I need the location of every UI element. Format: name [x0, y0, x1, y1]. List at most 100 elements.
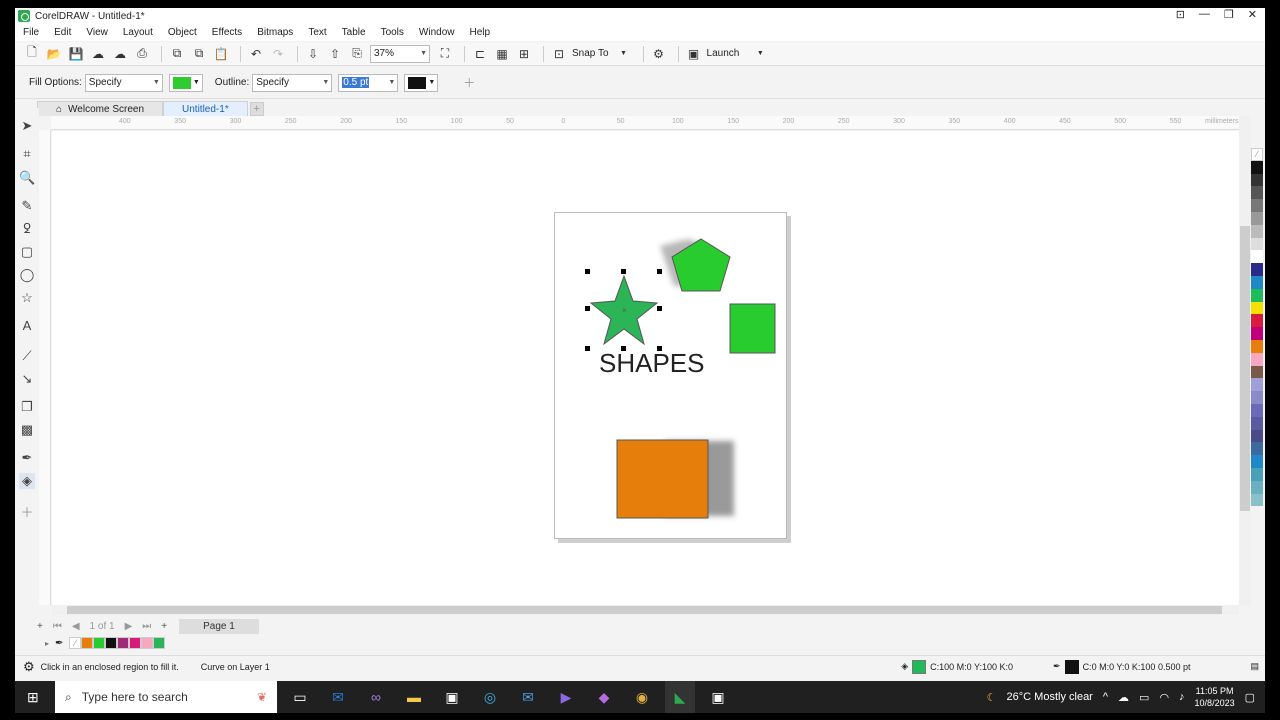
horizontal-scroll-thumb[interactable] — [67, 606, 1222, 614]
fill-color-picker[interactable]: ▼ — [168, 73, 203, 92]
palette-swatch[interactable] — [1251, 429, 1263, 443]
orange-square-shape[interactable] — [616, 439, 709, 519]
copy-icon[interactable]: ⧉ — [190, 45, 208, 63]
last-page-button[interactable]: ⏭ — [142, 621, 151, 632]
cut-icon[interactable]: ⧉ — [168, 45, 186, 63]
paste-icon[interactable]: 📋 — [212, 45, 230, 63]
expand-palette-icon[interactable]: ▸ — [45, 639, 49, 648]
outlook-icon[interactable]: ✉ — [323, 681, 353, 713]
palette-swatch[interactable] — [1251, 339, 1263, 353]
pick-tool-icon[interactable]: ➤ — [19, 118, 35, 134]
document-palette-swatch[interactable] — [129, 637, 142, 649]
next-page-button[interactable]: ▶ — [125, 621, 133, 632]
palette-swatch[interactable] — [1251, 480, 1263, 494]
fill-type-select[interactable]: Specify ▼ — [84, 73, 163, 92]
show-rulers-icon[interactable]: ⊏ — [471, 45, 489, 63]
terminal-icon[interactable]: ▣ — [703, 681, 733, 713]
show-guidelines-icon[interactable]: ⊞ — [515, 45, 533, 63]
windows-start-icon[interactable]: ⊞ — [27, 689, 39, 706]
gear-icon[interactable]: ⚙ — [650, 45, 668, 63]
palette-swatch[interactable] — [1251, 301, 1263, 315]
snap-to-icon[interactable]: ⊡ — [550, 45, 568, 63]
new-document-icon[interactable]: 🗋 — [23, 45, 41, 63]
palette-swatch[interactable] — [1251, 263, 1263, 276]
vertical-scroll-thumb[interactable] — [1240, 226, 1250, 511]
export-icon[interactable]: ⇧ — [326, 45, 344, 63]
coreldraw-taskbar-icon[interactable]: ◣ — [665, 681, 695, 713]
redo-icon[interactable]: ↷ — [269, 45, 287, 63]
add-page-button[interactable]: + — [37, 621, 43, 632]
notifications-icon[interactable]: ▢ — [1245, 691, 1255, 704]
save-icon[interactable]: 💾 — [67, 45, 85, 63]
menu-file[interactable]: File — [23, 27, 39, 38]
rectangle-tool-icon[interactable]: ▢ — [19, 244, 35, 260]
menu-tools[interactable]: Tools — [381, 27, 404, 38]
palette-swatch[interactable] — [1251, 493, 1263, 507]
wifi-icon[interactable]: ◠ — [1159, 691, 1169, 704]
vertical-ruler[interactable] — [39, 130, 51, 605]
polygon-tool-icon[interactable]: ☆ — [19, 290, 35, 306]
document-palette-swatch[interactable] — [141, 637, 154, 649]
freehand-tool-icon[interactable]: ✎ — [19, 198, 35, 214]
outline-color-picker[interactable]: ▼ — [404, 73, 439, 92]
tab-untitled-1[interactable]: Untitled-1* — [163, 101, 248, 116]
no-fill-swatch[interactable]: ⁄ — [1251, 148, 1263, 161]
snap-to-dropdown[interactable]: Snap To — [572, 48, 609, 59]
cloud-upload-icon[interactable]: ☁ — [89, 45, 107, 63]
palette-swatch[interactable] — [1251, 314, 1263, 328]
palette-swatch[interactable] — [1251, 288, 1263, 302]
palette-swatch[interactable] — [1251, 211, 1263, 225]
chrome-icon[interactable]: ◉ — [627, 681, 657, 713]
menu-bitmaps[interactable]: Bitmaps — [257, 27, 293, 38]
document-palette-swatch[interactable] — [81, 637, 94, 649]
task-view-icon[interactable]: ▭ — [285, 681, 315, 713]
profile-icon[interactable]: ⊡ — [1176, 8, 1185, 21]
cloud-download-icon[interactable]: ☁ — [111, 45, 129, 63]
palette-swatch[interactable] — [1251, 391, 1263, 404]
palette-swatch[interactable] — [1251, 275, 1263, 289]
document-palette-swatch[interactable] — [93, 637, 106, 649]
edge-icon[interactable]: ◎ — [475, 681, 505, 713]
palette-swatch[interactable] — [1251, 352, 1263, 366]
connector-tool-icon[interactable]: ↘ — [19, 371, 35, 387]
outline-color-indicator[interactable] — [1064, 659, 1079, 674]
text-tool-icon[interactable]: A — [19, 318, 35, 334]
file-explorer-icon[interactable]: ▬ — [399, 681, 429, 713]
full-screen-preview-icon[interactable]: ⛶ — [436, 45, 454, 63]
first-page-button[interactable]: ⏮ — [53, 621, 62, 632]
import-icon[interactable]: ⇩ — [304, 45, 322, 63]
horizontal-ruler[interactable]: 400 350 300 250 200 150 100 50 0 50 100 150 200 250 30… — [51, 116, 1251, 130]
green-square-shape[interactable] — [729, 303, 776, 354]
menu-edit[interactable]: Edit — [54, 27, 71, 38]
restore-button[interactable]: ❐ — [1224, 8, 1234, 21]
palette-swatch[interactable] — [1251, 237, 1263, 251]
close-button[interactable]: ✕ — [1248, 8, 1257, 21]
eyedropper-tool-icon[interactable]: ✒ — [19, 450, 35, 466]
palette-swatch[interactable] — [1251, 250, 1263, 264]
palette-swatch[interactable] — [1251, 403, 1263, 417]
palette-swatch[interactable] — [1251, 467, 1263, 481]
palette-swatch[interactable] — [1251, 378, 1263, 392]
ellipse-tool-icon[interactable]: ◯ — [19, 267, 35, 283]
parallel-dimension-tool-icon[interactable]: ⟋ — [19, 348, 35, 364]
document-palette-swatch[interactable] — [153, 637, 166, 649]
eyedropper-icon[interactable]: ✒ — [55, 638, 63, 649]
taskbar-search-box[interactable]: ⌕ Type here to search ❦ — [55, 681, 277, 713]
zoom-tool-icon[interactable]: 🔍 — [19, 170, 35, 186]
chevron-down-icon[interactable]: ▼ — [615, 45, 633, 63]
battery-icon[interactable]: ▭ — [1139, 691, 1149, 704]
palette-swatch[interactable] — [1251, 186, 1263, 200]
gear-icon[interactable]: ⚙ — [23, 659, 35, 675]
add-tool-icon[interactable]: ＋ — [19, 505, 35, 521]
artistic-media-tool-icon[interactable]: ꝿ — [19, 221, 35, 237]
open-folder-icon[interactable]: 📂 — [45, 45, 63, 63]
vertical-scrollbar[interactable] — [1239, 116, 1251, 606]
volume-icon[interactable]: ♪ — [1179, 691, 1185, 703]
publish-pdf-icon[interactable]: ⎘ — [348, 45, 366, 63]
media-player-icon[interactable]: ▶ — [551, 681, 581, 713]
menu-view[interactable]: View — [86, 27, 108, 38]
document-palette-swatch[interactable] — [105, 637, 118, 649]
launch-icon[interactable]: ▣ — [685, 45, 703, 63]
launch-dropdown[interactable]: Launch — [707, 48, 740, 59]
chevron-up-icon[interactable]: ^ — [1103, 691, 1108, 703]
